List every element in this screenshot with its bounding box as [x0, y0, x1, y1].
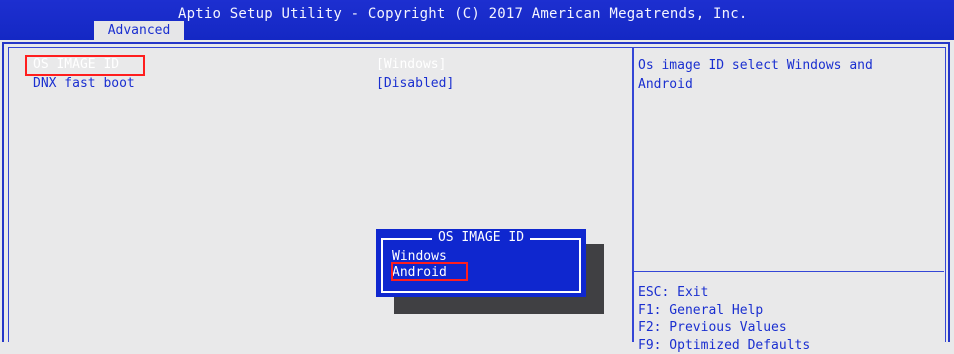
popup-title-text: OS IMAGE ID [432, 230, 530, 245]
help-text: Os image ID select Windows and Android [638, 56, 938, 94]
selection-highlight-box [25, 55, 145, 76]
panel-divider [632, 47, 634, 342]
key-legend-item: F2: Previous Values [638, 319, 810, 337]
tab-advanced[interactable]: Advanced [94, 21, 184, 40]
title-bar: Aptio Setup Utility - Copyright (C) 2017… [0, 0, 954, 40]
setting-value[interactable]: [Windows] [376, 57, 446, 72]
popup-highlight-box [391, 262, 468, 281]
app-title: Aptio Setup Utility - Copyright (C) 2017… [178, 6, 748, 22]
os-image-id-popup[interactable]: OS IMAGE ID Windows Android [376, 229, 586, 297]
key-legend-item: F1: General Help [638, 302, 810, 320]
help-divider [634, 271, 944, 272]
setting-label: DNX fast boot [33, 76, 135, 91]
setting-value[interactable]: [Disabled] [376, 76, 454, 91]
key-legend-item: F9: Optimized Defaults [638, 337, 810, 354]
popup-title: OS IMAGE ID [376, 230, 586, 245]
key-legend: ESC: Exit F1: General Help F2: Previous … [638, 284, 810, 354]
key-legend-item: ESC: Exit [638, 284, 810, 302]
